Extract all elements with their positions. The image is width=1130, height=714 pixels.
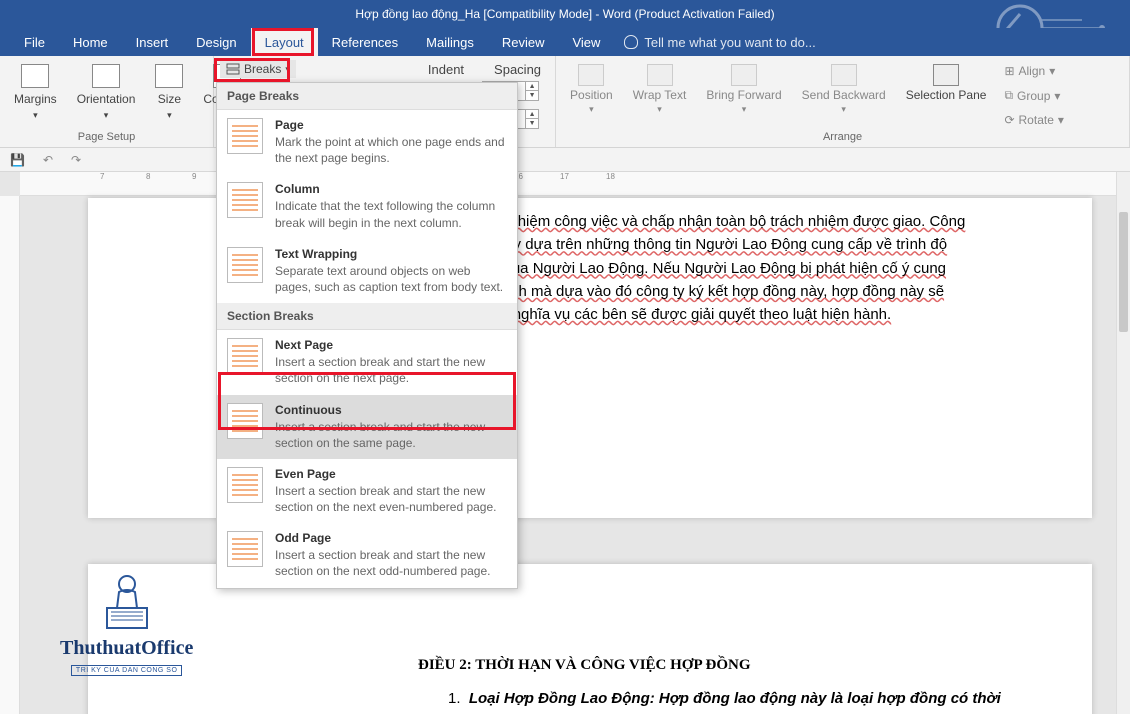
watermark-logo: ThuthuatOffice TRI KY CUA DAN CONG SO [60, 570, 193, 676]
group-icon: ⧉ [1004, 88, 1013, 103]
tab-layout[interactable]: Layout [251, 28, 318, 56]
heading-2: ĐIỀU 2: THỜI HẠN VÀ CÔNG VIỆC HỢP ĐỒNG [158, 654, 1022, 677]
margins-button[interactable]: Margins▾ [8, 60, 63, 125]
indent-label: Indent [428, 62, 464, 77]
section-breaks-header: Section Breaks [217, 303, 517, 330]
arrange-label: Arrange [564, 131, 1121, 145]
odd-page-icon [227, 531, 263, 567]
bulb-icon [624, 35, 638, 49]
column-break-icon [227, 182, 263, 218]
breaks-button[interactable]: Breaks▾ [220, 60, 296, 78]
tell-me[interactable]: Tell me what you want to do... [624, 35, 815, 50]
horizontal-ruler[interactable]: 789101112131415161718 [20, 172, 1116, 196]
tab-design[interactable]: Design [182, 28, 250, 56]
wrap-text-button: Wrap Text▾ [627, 60, 693, 119]
position-icon [578, 64, 604, 86]
page-setup-label: Page Setup [8, 131, 205, 145]
tab-view[interactable]: View [558, 28, 614, 56]
margins-icon [21, 64, 49, 88]
orientation-icon [92, 64, 120, 88]
break-odd-page-item[interactable]: Odd PageInsert a section break and start… [217, 523, 517, 587]
bring-forward-button: Bring Forward▾ [700, 60, 787, 119]
vertical-scrollbar[interactable] [1116, 172, 1130, 714]
tab-references[interactable]: References [318, 28, 412, 56]
vertical-ruler[interactable] [0, 196, 20, 714]
save-icon[interactable]: 💾 [10, 153, 25, 167]
selection-pane-button[interactable]: Selection Pane [900, 60, 993, 106]
send-backward-button: Send Backward▾ [796, 60, 892, 119]
break-page-item[interactable]: PageMark the point at which one page end… [217, 110, 517, 174]
rotate-button: ⟳Rotate ▾ [1000, 111, 1067, 129]
break-column-item[interactable]: ColumnIndicate that the text following t… [217, 174, 517, 238]
rotate-icon: ⟳ [1004, 113, 1014, 127]
break-continuous-item[interactable]: ContinuousInsert a section break and sta… [217, 395, 517, 459]
bring-forward-icon [731, 64, 757, 86]
tab-file[interactable]: File [10, 28, 59, 56]
breaks-icon [226, 63, 240, 75]
scrollbar-thumb[interactable] [1119, 212, 1128, 332]
position-button: Position▾ [564, 60, 619, 119]
selection-pane-icon [933, 64, 959, 86]
orientation-button[interactable]: Orientation▾ [71, 60, 142, 125]
page-break-icon [227, 118, 263, 154]
spin-down-icon[interactable]: ▼ [526, 119, 538, 128]
redo-icon[interactable]: ↷ [71, 153, 81, 167]
send-backward-icon [831, 64, 857, 86]
quick-access: 💾 ↶ ↷ [0, 148, 1130, 172]
align-button: ⊞Align ▾ [1000, 62, 1067, 80]
continuous-icon [227, 403, 263, 439]
break-text-wrapping-item[interactable]: Text WrappingSeparate text around object… [217, 239, 517, 303]
undo-icon[interactable]: ↶ [43, 153, 53, 167]
tab-insert[interactable]: Insert [122, 28, 183, 56]
spin-up-icon[interactable]: ▲ [526, 110, 538, 119]
tab-review[interactable]: Review [488, 28, 559, 56]
page-breaks-header: Page Breaks [217, 83, 517, 110]
group-button: ⧉Group ▾ [1000, 86, 1067, 105]
break-even-page-item[interactable]: Even PageInsert a section break and star… [217, 459, 517, 523]
title-bar: Hợp đồng lao động_Ha [Compatibility Mode… [0, 0, 1130, 28]
align-icon: ⊞ [1004, 64, 1014, 78]
even-page-icon [227, 467, 263, 503]
spin-up-icon[interactable]: ▲ [526, 82, 538, 91]
window-title: Hợp đồng lao động_Ha [Compatibility Mode… [355, 7, 774, 21]
ribbon: Margins▾ Orientation▾ Size▾ Columns▾ Pag… [0, 56, 1130, 148]
tab-home[interactable]: Home [59, 28, 122, 56]
break-next-page-item[interactable]: Next PageInsert a section break and star… [217, 330, 517, 394]
breaks-dropdown: Page Breaks PageMark the point at which … [216, 82, 518, 589]
next-page-icon [227, 338, 263, 374]
spin-down-icon[interactable]: ▼ [526, 91, 538, 100]
wrap-icon [647, 64, 673, 86]
size-icon [155, 64, 183, 88]
text-wrapping-icon [227, 247, 263, 283]
spacing-label: Spacing [494, 62, 541, 77]
menu-bar: File Home Insert Design Layout Reference… [0, 28, 1130, 56]
size-button[interactable]: Size▾ [149, 60, 189, 125]
tab-mailings[interactable]: Mailings [412, 28, 488, 56]
